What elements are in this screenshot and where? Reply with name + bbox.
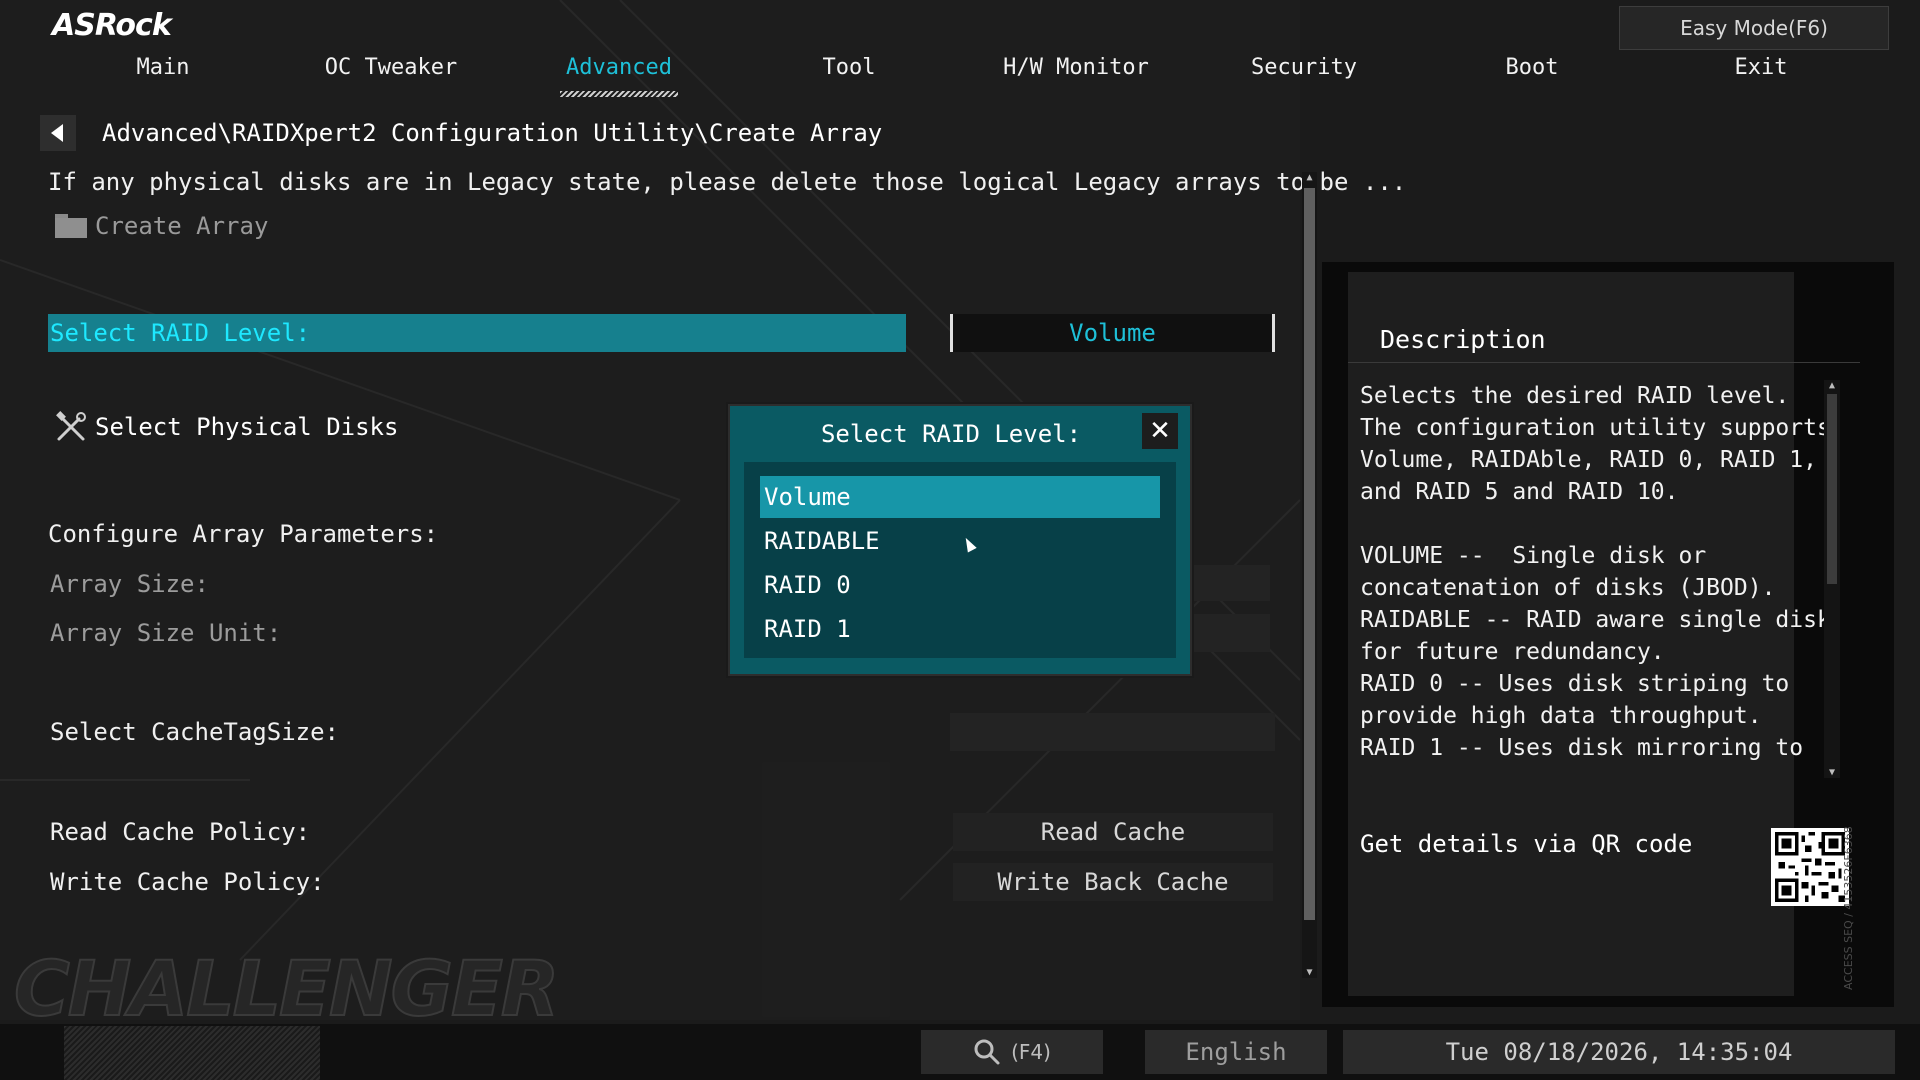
tab-oc-tweaker[interactable]: OC Tweaker xyxy=(291,55,491,80)
array-size-label: Array Size: xyxy=(50,570,209,598)
qr-code-icon xyxy=(1771,828,1849,906)
folder-icon xyxy=(55,214,87,238)
legacy-info-text: If any physical disks are in Legacy stat… xyxy=(48,168,1407,196)
raid-level-option-list: Volume RAIDABLE RAID 0 RAID 1 xyxy=(744,462,1176,658)
create-array-item[interactable]: Create Array xyxy=(55,212,268,240)
bottom-decoration xyxy=(64,1026,320,1080)
challenger-watermark: CHALLENGER xyxy=(13,943,560,1034)
asrock-logo: ASRock xyxy=(52,8,172,43)
qr-details-text: Get details via QR code xyxy=(1360,830,1693,858)
back-button[interactable] xyxy=(40,115,76,151)
configure-params-heading: Configure Array Parameters: xyxy=(48,520,439,548)
scroll-up-icon[interactable]: ▲ xyxy=(1302,172,1317,183)
breadcrumb: Advanced\RAIDXpert2 Configuration Utilit… xyxy=(102,119,883,147)
scrollbar-thumb[interactable] xyxy=(1304,188,1315,920)
tab-main[interactable]: Main xyxy=(63,55,263,80)
desc-scroll-down-icon[interactable]: ▼ xyxy=(1824,767,1840,778)
desc-scroll-up-icon[interactable]: ▲ xyxy=(1824,380,1840,391)
option-raidable[interactable]: RAIDABLE xyxy=(760,520,1160,562)
array-size-unit-label: Array Size Unit: xyxy=(50,619,282,647)
main-scrollbar[interactable]: ▲ ▼ xyxy=(1302,172,1317,978)
cache-tag-size-label: Select CacheTagSize: xyxy=(50,718,339,746)
tab-security[interactable]: Security xyxy=(1204,55,1404,80)
write-cache-policy-label: Write Cache Policy: xyxy=(50,868,325,896)
array-size-field[interactable] xyxy=(1190,565,1270,601)
read-cache-policy-label: Read Cache Policy: xyxy=(50,818,311,846)
create-array-label: Create Array xyxy=(95,212,269,240)
write-cache-policy-value[interactable]: Write Back Cache xyxy=(953,863,1273,901)
back-arrow-icon xyxy=(51,124,63,142)
tab-hw-monitor[interactable]: H/W Monitor xyxy=(976,55,1176,80)
select-physical-disks-label: Select Physical Disks xyxy=(95,413,399,441)
desc-scrollbar-thumb[interactable] xyxy=(1827,394,1837,584)
select-physical-disks-item[interactable]: Select Physical Disks xyxy=(55,411,398,443)
raid-level-label: Select RAID Level: xyxy=(50,319,311,347)
description-title: Description xyxy=(1380,325,1546,354)
raid-level-row[interactable]: Select RAID Level: xyxy=(48,314,906,352)
search-shortcut-label: (F4) xyxy=(1011,1040,1051,1064)
access-seq-text: ACCESS SEQ / 4153526F6368 xyxy=(1842,826,1855,990)
tab-advanced[interactable]: Advanced xyxy=(519,55,719,80)
option-volume[interactable]: Volume xyxy=(760,476,1160,518)
scroll-down-icon[interactable]: ▼ xyxy=(1302,967,1317,978)
search-icon xyxy=(974,1039,1000,1065)
description-scrollbar[interactable]: ▲ ▼ xyxy=(1824,380,1840,778)
read-cache-policy-value[interactable]: Read Cache xyxy=(953,813,1273,851)
tab-tool[interactable]: Tool xyxy=(749,55,949,80)
language-button[interactable]: English xyxy=(1145,1030,1327,1074)
cache-tag-size-field[interactable] xyxy=(950,713,1275,751)
raid-level-value[interactable]: Volume xyxy=(950,314,1275,352)
search-button[interactable]: (F4) xyxy=(921,1030,1103,1074)
tab-boot[interactable]: Boot xyxy=(1432,55,1632,80)
easy-mode-button[interactable]: Easy Mode(F6) xyxy=(1619,6,1889,50)
main-menu: Main OC Tweaker Advanced Tool H/W Monito… xyxy=(0,55,1920,100)
tab-exit[interactable]: Exit xyxy=(1661,55,1861,80)
close-icon[interactable]: ✕ xyxy=(1142,413,1178,449)
description-text: Selects the desired RAID level. The conf… xyxy=(1360,383,1831,761)
datetime-display: Tue 08/18/2026, 14:35:04 xyxy=(1343,1030,1895,1074)
option-raid-0[interactable]: RAID 0 xyxy=(760,564,1160,606)
option-raid-1[interactable]: RAID 1 xyxy=(760,608,1160,650)
dialog-title: Select RAID Level: xyxy=(820,420,1082,448)
tools-icon xyxy=(56,411,86,441)
description-divider xyxy=(1348,362,1860,363)
array-size-unit-field[interactable] xyxy=(1190,614,1270,652)
